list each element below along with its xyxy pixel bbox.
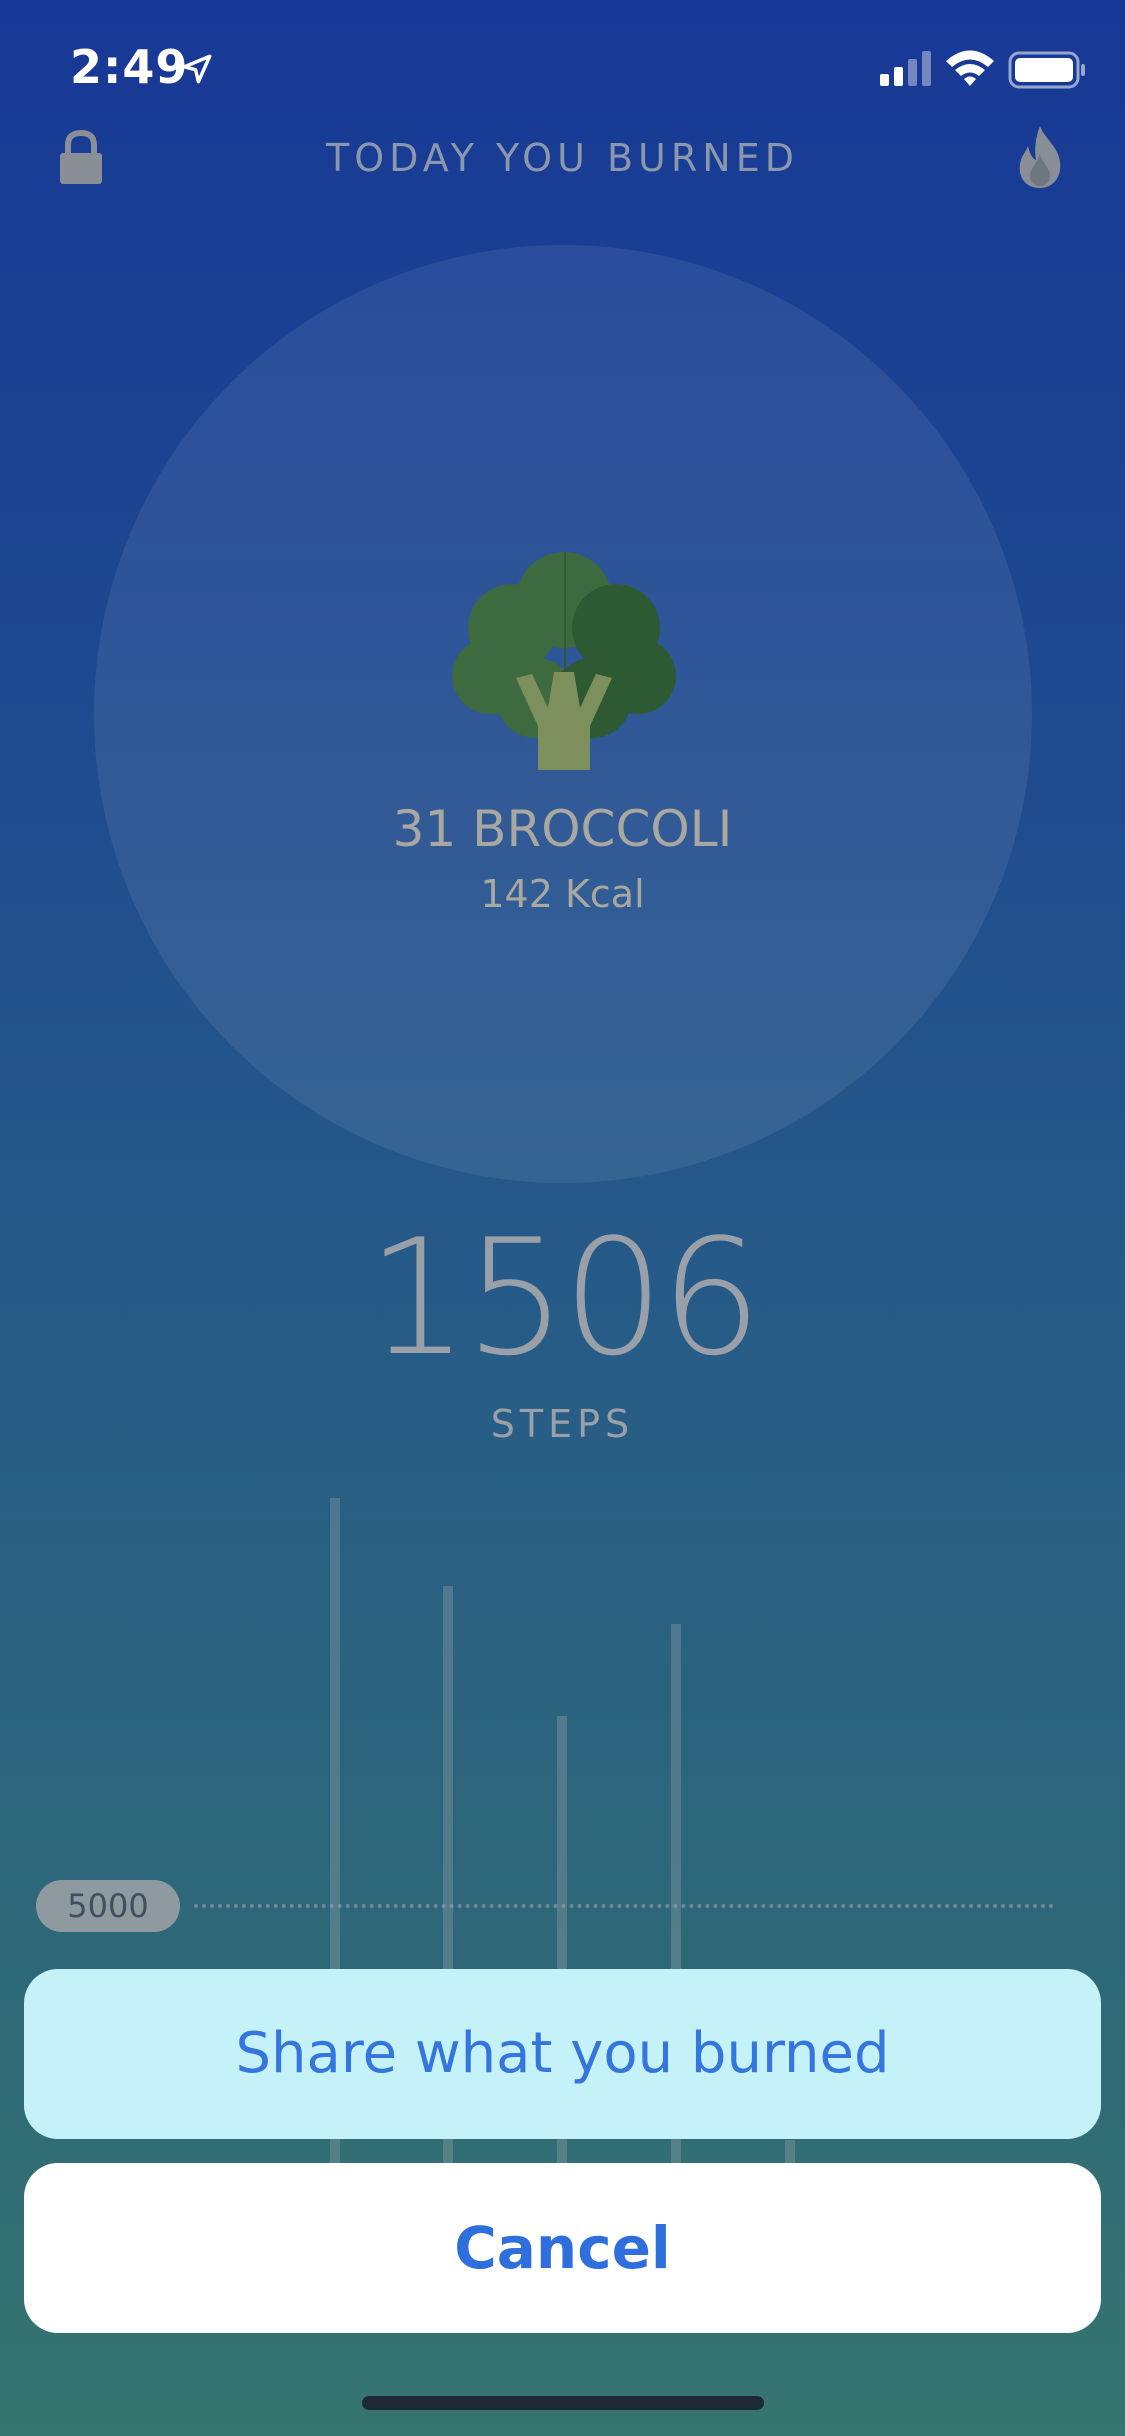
broccoli-icon (452, 552, 676, 770)
food-kcal: 142 Kcal (480, 872, 645, 916)
goal-line (194, 1904, 1054, 1908)
location-arrow-icon (182, 54, 212, 84)
food-count: 31 BROCCOLI (392, 800, 733, 858)
battery-icon (1008, 51, 1085, 89)
home-indicator[interactable] (362, 2396, 764, 2410)
status-bar: 2:49 (0, 0, 1125, 130)
wifi-icon (946, 50, 994, 86)
flame-icon[interactable] (1012, 124, 1068, 190)
status-time: 2:49 (70, 40, 189, 94)
share-button[interactable]: Share what you burned (24, 1969, 1101, 2139)
cellular-signal-icon (880, 51, 931, 86)
steps-count: 1506 (366, 1204, 762, 1391)
steps-label: STEPS (490, 1402, 635, 1446)
cancel-button[interactable]: Cancel (24, 2163, 1101, 2333)
page-title: TODAY YOU BURNED (326, 136, 799, 180)
goal-badge: 5000 (36, 1880, 180, 1932)
